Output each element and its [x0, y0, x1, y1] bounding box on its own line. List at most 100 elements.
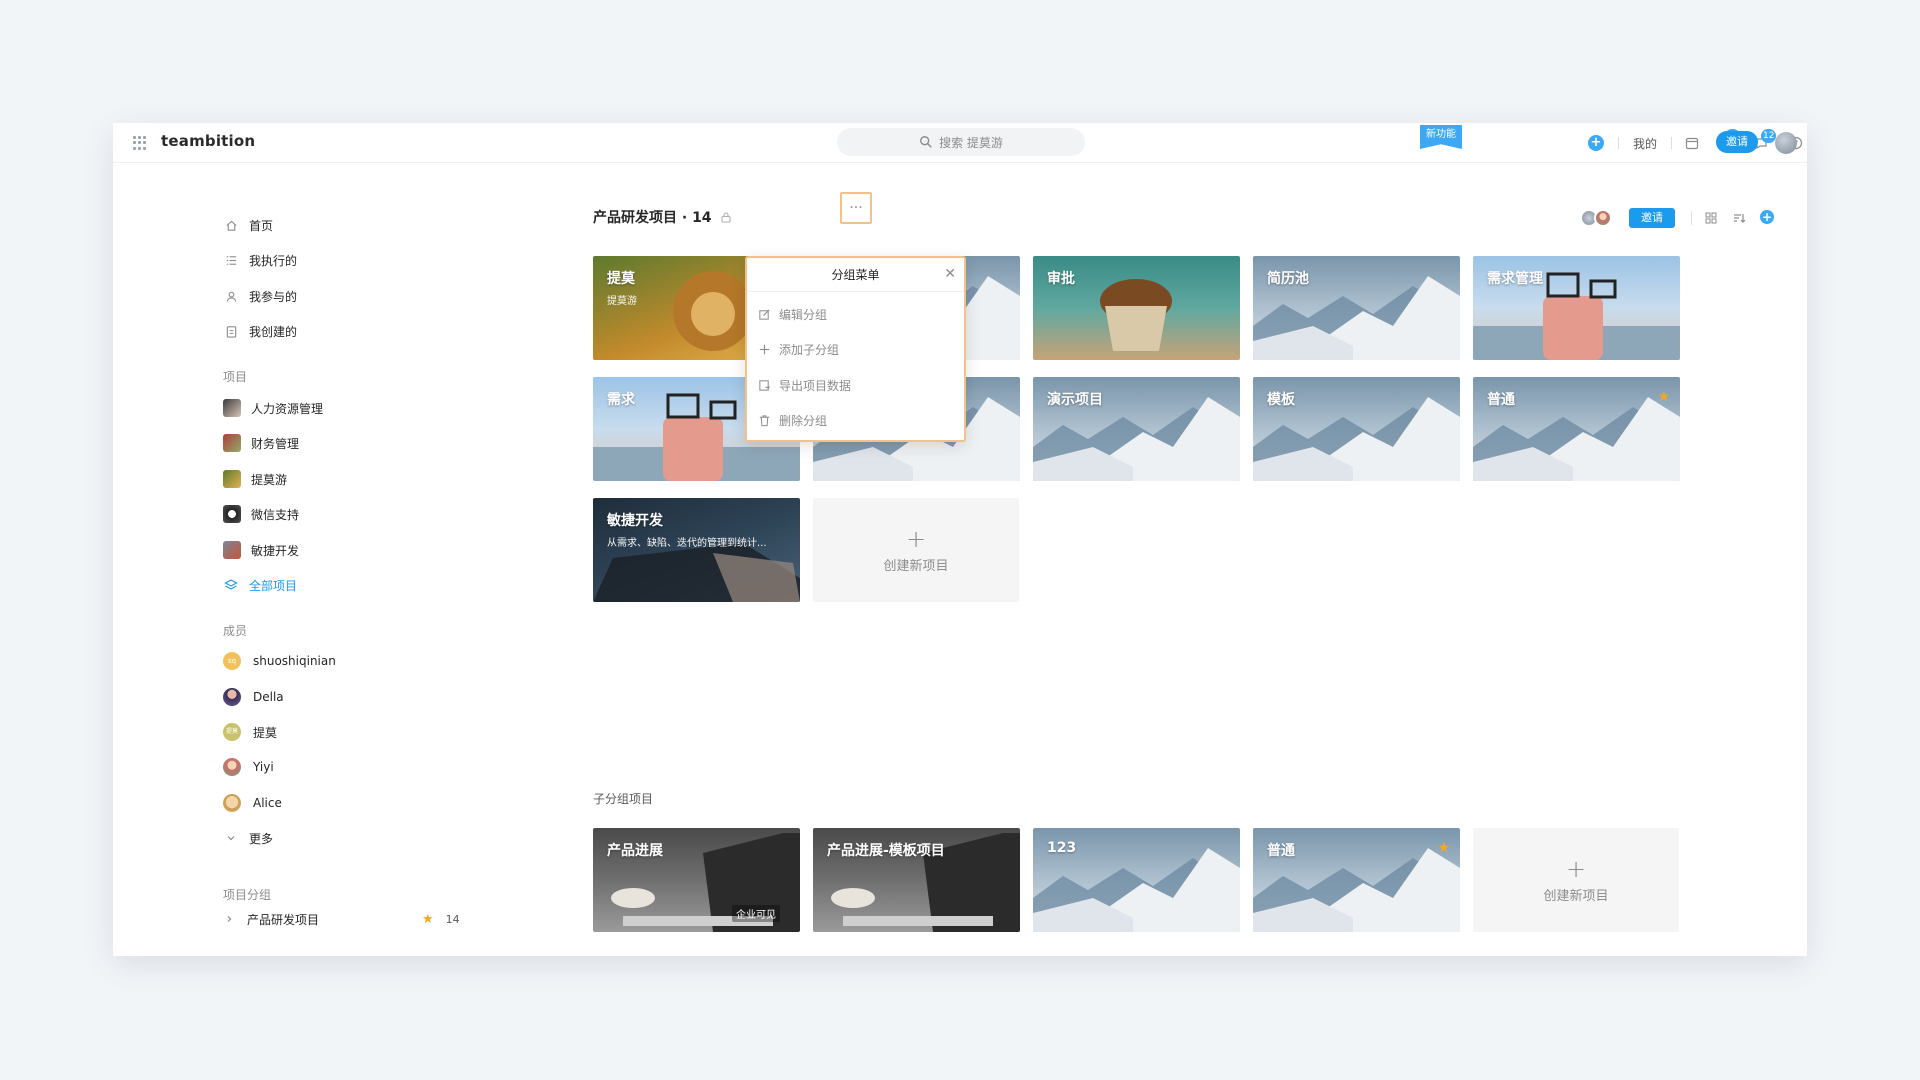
sidebar-item-all-projects[interactable]: 全部项目: [223, 574, 297, 596]
sidebar-item-member[interactable]: Della: [223, 686, 284, 708]
project-card[interactable]: 审批: [1033, 256, 1240, 360]
project-card[interactable]: 敏捷开发从需求、缺陷、迭代的管理到统计...: [593, 498, 800, 602]
card-title: 简历池: [1267, 271, 1309, 287]
invite-button[interactable]: 邀请: [1716, 131, 1758, 153]
sidebar-item-label: 我参与的: [249, 289, 298, 304]
star-icon[interactable]: ★: [422, 912, 434, 927]
main-content: 产品研发项目 · 14 ··· 邀请 + 提莫提莫游工作流项目审批简历池需求管理…: [593, 163, 1807, 956]
sidebar-item-label: 我执行的: [249, 253, 298, 268]
subgroup-project-card[interactable]: 普通 ★: [1253, 828, 1460, 932]
member-avatars[interactable]: [1580, 207, 1622, 229]
user-icon: [223, 288, 239, 304]
create-project-label: 创建新项目: [883, 558, 949, 574]
popover-title: 分组菜单: [747, 258, 964, 292]
calendar-icon[interactable]: [1684, 135, 1700, 151]
group-header-actions: 邀请 +: [1580, 207, 1780, 229]
plus-icon: +: [905, 524, 927, 553]
sidebar-item-home[interactable]: 首页: [223, 214, 273, 236]
menu-item-delete-group[interactable]: 删除分组: [757, 408, 827, 432]
sidebar-item-member[interactable]: Alice: [223, 792, 282, 814]
sidebar-item-project[interactable]: 微信支持: [223, 503, 299, 525]
sidebar-item-created[interactable]: 我创建的: [223, 320, 297, 342]
sidebar-item-label: 全部项目: [249, 578, 298, 593]
star-icon[interactable]: ★: [1437, 840, 1450, 856]
visibility-badge: 企业可见: [732, 905, 780, 922]
create-project-card[interactable]: + 创建新项目: [1473, 828, 1679, 932]
sidebar-item-member[interactable]: sq shuoshiqinian: [223, 650, 336, 672]
app-logo[interactable]: teambition: [161, 132, 255, 150]
sidebar-item-label: 首页: [249, 218, 274, 233]
project-thumbnail: [223, 470, 241, 488]
search-bar[interactable]: 搜索 提莫游: [837, 128, 1085, 156]
group-title: 产品研发项目 · 14: [593, 210, 712, 226]
home-icon: [223, 217, 239, 233]
menu-item-export-data[interactable]: 导出项目数据: [757, 373, 851, 397]
create-plus-icon[interactable]: +: [1588, 135, 1604, 151]
card-title: 演示项目: [1047, 392, 1103, 408]
lock-icon: [721, 212, 731, 223]
sidebar-item-project[interactable]: 人力资源管理: [223, 397, 323, 419]
card-title: 普通: [1487, 392, 1515, 408]
card-title: 模板: [1267, 392, 1295, 408]
sidebar-item-assigned[interactable]: 我执行的: [223, 249, 297, 271]
member-name: Alice: [253, 796, 282, 810]
member-avatar: [223, 794, 241, 812]
card-title: 提莫: [607, 271, 635, 287]
apps-grid-icon[interactable]: [133, 136, 147, 150]
sidebar-item-label: 我创建的: [249, 324, 298, 339]
trash-icon: [757, 413, 771, 427]
card-title: 普通: [1267, 843, 1295, 859]
grid-view-icon[interactable]: [1704, 210, 1720, 226]
member-name: Yiyi: [253, 760, 274, 774]
subgroup-project-card[interactable]: 123: [1033, 828, 1240, 932]
sidebar-item-member[interactable]: 提莫 提莫: [223, 721, 277, 743]
sidebar-item-member[interactable]: Yiyi: [223, 756, 274, 778]
sidebar-item-participated[interactable]: 我参与的: [223, 285, 297, 307]
menu-item-label: 导出项目数据: [779, 378, 852, 393]
plus-icon: +: [1565, 854, 1587, 883]
member-name: Della: [253, 690, 284, 704]
sidebar-item-label: 敏捷开发: [251, 543, 300, 558]
user-avatar[interactable]: [1775, 132, 1797, 154]
invite-members-button[interactable]: 邀请: [1629, 208, 1675, 228]
member-avatar: [223, 758, 241, 776]
subgroup-project-card[interactable]: 产品进展-模板项目: [813, 828, 1020, 932]
project-card[interactable]: 普通 ★: [1473, 377, 1680, 481]
member-avatar: [1594, 209, 1612, 227]
mine-link[interactable]: 我的: [1633, 135, 1657, 152]
card-description: 提莫游: [607, 296, 637, 307]
sidebar-group-row[interactable]: 产品研发项目 ★ 14: [223, 909, 463, 929]
project-card[interactable]: 需求管理: [1473, 256, 1680, 360]
export-icon: [757, 378, 771, 392]
project-card[interactable]: 模板: [1253, 377, 1460, 481]
card-description: 从需求、缺陷、迭代的管理到统计...: [607, 538, 767, 549]
project-thumbnail: [223, 434, 241, 452]
app-window: teambition 搜索 提莫游 新功能 + 我的 91 12 ? 邀请: [113, 123, 1807, 956]
card-title: 敏捷开发: [607, 513, 663, 529]
card-title: 产品进展: [607, 843, 663, 859]
project-card[interactable]: 演示项目: [1033, 377, 1240, 481]
projects-section-title: 项目: [223, 370, 248, 384]
menu-item-add-subgroup[interactable]: 添加子分组: [757, 337, 839, 361]
star-icon[interactable]: ★: [1657, 389, 1670, 405]
menu-item-edit-group[interactable]: 编辑分组: [757, 302, 827, 326]
project-thumbnail: [223, 505, 241, 523]
sidebar-item-project[interactable]: 敏捷开发: [223, 539, 299, 561]
subgroup-project-card[interactable]: 产品进展企业可见: [593, 828, 800, 932]
sort-icon[interactable]: [1732, 210, 1748, 226]
close-icon[interactable]: ✕: [944, 267, 956, 281]
group-count: 14: [445, 912, 460, 926]
chevron-right-icon[interactable]: [223, 915, 235, 923]
sidebar-item-project[interactable]: 提莫游: [223, 468, 287, 490]
new-feature-badge[interactable]: 新功能: [1420, 125, 1462, 149]
project-card[interactable]: 简历池: [1253, 256, 1460, 360]
group-more-button[interactable]: ···: [840, 192, 872, 224]
member-name: 提莫: [253, 725, 278, 740]
sidebar-item-more[interactable]: 更多: [223, 827, 273, 849]
groups-section-title: 项目分组: [223, 888, 272, 902]
sidebar-item-project[interactable]: 财务管理: [223, 432, 299, 454]
create-project-card[interactable]: + 创建新项目: [813, 498, 1019, 602]
members-section-title: 成员: [223, 624, 248, 638]
sidebar-item-label: 微信支持: [251, 507, 300, 522]
add-project-icon[interactable]: +: [1760, 210, 1774, 224]
